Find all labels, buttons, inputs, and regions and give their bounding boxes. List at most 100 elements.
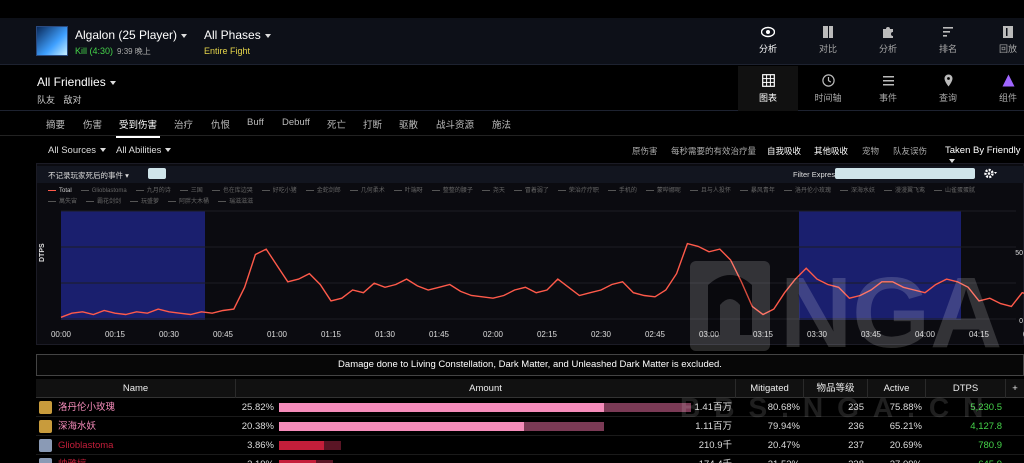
view-components[interactable]: 组件	[978, 66, 1024, 111]
ignore-after-death-dropdown[interactable]: 不记录玩家死后的事件 ▾	[48, 170, 129, 181]
view-label: 时间轴	[814, 93, 842, 103]
view-events[interactable]: 事件	[858, 66, 918, 111]
compare-icon	[823, 26, 833, 38]
tab-damage-done[interactable]: 伤害	[83, 117, 102, 131]
legend-item[interactable]: 玩盛萝	[130, 197, 159, 208]
link-enemy[interactable]: 敌对	[64, 95, 82, 105]
legend-item[interactable]: 洛丹伦小玫瑰	[783, 186, 831, 197]
legend-label: 三国	[190, 188, 203, 194]
boss-selector[interactable]: Algalon (25 Player)	[75, 28, 188, 42]
nav-analysis[interactable]: 分析	[738, 18, 798, 65]
tab-damage-taken[interactable]: 受到伤害	[115, 117, 161, 138]
legend-item[interactable]: 萬失宙	[48, 197, 77, 208]
legend-label: 阿胖大木桶	[179, 199, 210, 205]
legend-label: 金蛇剑郎	[316, 188, 341, 194]
legend-item[interactable]: Glioblastoma	[80, 186, 127, 197]
legend-item[interactable]: 瑞滋滋滋	[218, 197, 253, 208]
replay-icon	[1003, 26, 1013, 38]
legend-item[interactable]: 也在库边哭	[211, 186, 253, 197]
legend-item[interactable]: 三国	[179, 186, 203, 197]
view-timeline[interactable]: 时间轴	[798, 66, 858, 111]
x-tick-label: 04:00	[915, 330, 936, 339]
legend-item[interactable]: 金蛇剑郎	[305, 186, 341, 197]
phase-label: All Phases	[204, 28, 261, 42]
abilities-dropdown[interactable]: All Abilities	[116, 145, 172, 156]
option-self-absorb[interactable]: 自我吸收	[767, 145, 801, 157]
legend-item[interactable]: 尧天	[481, 186, 505, 197]
col-name[interactable]: Name	[36, 379, 236, 398]
dtps-chart[interactable]: 00:00 00:15 00:30 00:45 01:00 01:15 01:30 01:45…	[36, 208, 1024, 343]
nav-ranking[interactable]: 排名	[918, 18, 978, 65]
tab-interrupts[interactable]: 打断	[363, 117, 382, 131]
tab-resources[interactable]: 战斗资源	[436, 117, 474, 131]
legend-item[interactable]: 冒着弱了	[513, 186, 549, 197]
puzzle-icon	[883, 27, 893, 38]
option-raw-damage[interactable]: 原伤害	[632, 145, 658, 157]
legend-item[interactable]: 蒙哔娜呢	[645, 186, 681, 197]
legend-item[interactable]: 山雀蛋蛋腻	[933, 186, 975, 197]
link-friendly[interactable]: 队友	[37, 95, 55, 105]
view-query[interactable]: 查询	[918, 66, 978, 111]
legend-item[interactable]: 几何柔术	[349, 186, 385, 197]
table-row[interactable]: 帅雅婷3.19% 174.4千 21.53% 238 27.09% 645.9	[36, 455, 1024, 463]
option-effective-healing[interactable]: 每秒需要的有效治疗量	[671, 145, 756, 157]
legend-item[interactable]: 深海水妖	[839, 186, 875, 197]
sources-dropdown[interactable]: All Sources	[48, 145, 107, 156]
chevron-down-icon	[109, 80, 116, 85]
legend-item[interactable]: 整整的腰子	[431, 186, 473, 197]
player-name[interactable]: 深海水妖	[58, 417, 233, 436]
tab-buffs[interactable]: Buff	[247, 117, 264, 128]
nav-replay[interactable]: 回放	[978, 18, 1024, 65]
nga-watermark-text: BBS.NGA.CN	[680, 392, 998, 423]
amount-percent: 3.86%	[247, 440, 274, 451]
legend-swatch	[883, 189, 892, 191]
phase-selector[interactable]: All Phases	[204, 28, 271, 42]
view-table[interactable]: 图表	[738, 66, 798, 111]
legend-item[interactable]: 好吃小猪	[261, 186, 297, 197]
legend-item[interactable]: 暴风青年	[739, 186, 775, 197]
legend-label: 好吃小猪	[272, 188, 297, 194]
tab-casts[interactable]: 施法	[492, 117, 511, 131]
tab-threat[interactable]: 仇恨	[211, 117, 230, 131]
toggle-switch[interactable]	[148, 168, 166, 179]
col-amount[interactable]: Amount	[236, 379, 736, 398]
legend-item[interactable]: 且与人投怀	[689, 186, 731, 197]
boss-portrait	[36, 26, 68, 56]
legend-item[interactable]: 手机的	[607, 186, 637, 197]
legend-item[interactable]: 霸花剑剑	[86, 197, 121, 208]
nav-label: 分析	[878, 44, 897, 54]
y-tick-label: 0	[1019, 318, 1023, 325]
player-name[interactable]: Glioblastoma	[58, 436, 233, 455]
nav-compare[interactable]: 对比	[798, 18, 858, 65]
option-pets[interactable]: 宠物	[862, 145, 879, 157]
legend-item[interactable]: 叶端呀	[393, 186, 423, 197]
tab-debuffs[interactable]: Debuff	[282, 117, 310, 128]
legend-item[interactable]: Total	[48, 186, 72, 197]
nav-analyze[interactable]: 分析	[858, 18, 918, 65]
legend-item[interactable]: 阿胖大木桶	[168, 197, 209, 208]
option-other-absorb[interactable]: 其他吸收	[814, 145, 848, 157]
component-icon	[1002, 74, 1014, 87]
legend-label: 玩盛萝	[141, 199, 160, 205]
tab-summary[interactable]: 摘要	[46, 117, 65, 131]
legend-swatch	[645, 189, 654, 191]
amount-bar-main	[279, 403, 605, 412]
tab-deaths[interactable]: 死亡	[327, 117, 346, 131]
legend-label: 且与人投怀	[700, 188, 731, 194]
x-tick-label: 03:00	[699, 330, 720, 339]
tab-healing[interactable]: 治疗	[174, 117, 193, 131]
legend-item[interactable]: 荣治疗疗职	[557, 186, 599, 197]
legend-item[interactable]: 九月的诗	[135, 186, 171, 197]
phase-highlight-band	[799, 211, 961, 320]
filter-expression-input[interactable]	[835, 168, 975, 179]
gear-icon[interactable]	[983, 167, 997, 180]
player-name[interactable]: 帅雅婷	[58, 455, 233, 463]
legend-item[interactable]: 漫漫翼飞鸾	[883, 186, 925, 197]
col-expand[interactable]: +	[1006, 379, 1024, 398]
option-friendly-fire[interactable]: 队友误伤	[893, 145, 927, 157]
player-name[interactable]: 洛丹伦小玫瑰	[58, 398, 233, 417]
table-row[interactable]: Glioblastoma 3.86% 210.9千 20.47% 237 20.69% 78…	[36, 436, 1024, 455]
legend-swatch	[933, 189, 942, 191]
tab-dispels[interactable]: 驱散	[399, 117, 418, 131]
friendlies-selector[interactable]: All Friendlies	[37, 75, 116, 89]
